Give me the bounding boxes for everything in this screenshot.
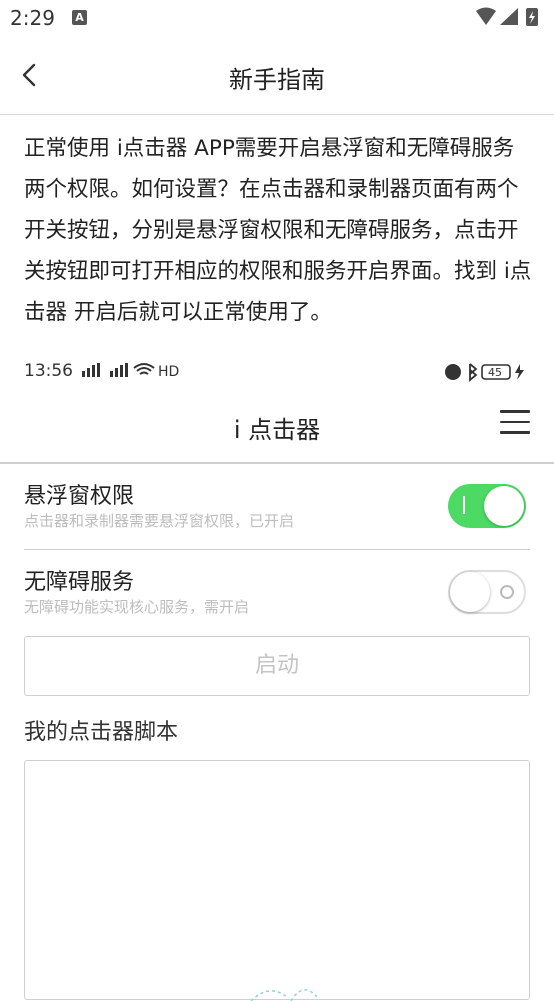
wifi-icon (476, 7, 496, 25)
status-time: 2:29 (10, 6, 55, 30)
permission-title: 悬浮窗权限 (24, 484, 135, 509)
page-title: 新手指南 (229, 66, 325, 94)
app-title: i 点击器 (233, 416, 321, 444)
screenshot-time: 13:56 (24, 361, 73, 381)
hd-indicator: HD (158, 364, 179, 379)
scripts-section-title: 我的点击器脚本 (24, 720, 179, 745)
app-header: 新手指南 (0, 38, 554, 115)
signal-icons: HD (82, 363, 179, 379)
screenshot-right-icons: 45 (445, 363, 524, 382)
notification-icon: A (72, 10, 87, 25)
loading-icon (250, 989, 318, 1001)
screenshot-header: i 点击器 (0, 390, 554, 464)
accessibility-service-toggle[interactable] (448, 570, 526, 614)
permission-title: 无障碍服务 (24, 570, 135, 595)
toggle-knob (450, 572, 490, 612)
script-list[interactable] (24, 760, 530, 1001)
charging-icon (515, 364, 524, 380)
battery-level: 45 (488, 366, 502, 379)
divider (24, 549, 530, 550)
screenshot-status-bar: 13:56 HD 45 (0, 350, 554, 390)
permission-subtitle: 无障碍功能实现核心服务，需开启 (24, 598, 250, 616)
overlay-permission-toggle[interactable] (448, 484, 526, 528)
status-icons (476, 7, 538, 26)
signal-icon (82, 363, 128, 377)
toggle-on-mark (463, 496, 465, 514)
toggle-knob (484, 486, 524, 526)
guide-text: 正常使用 i点击器 APP需要开启悬浮窗和无障碍服务两个权限。如何设置？在点击器… (24, 136, 532, 325)
menu-icon[interactable] (500, 410, 530, 438)
toggle-off-mark (500, 585, 514, 599)
start-button[interactable]: 启动 (24, 636, 530, 696)
status-bar: 2:29 A (0, 0, 554, 38)
signal-icon (500, 8, 518, 25)
alarm-icon (445, 364, 461, 380)
app-screenshot: 13:56 HD 45 i 点击器 悬浮窗权限 点击器和录制器需要悬浮窗权限，已… (0, 350, 554, 1001)
permission-subtitle: 点击器和录制器需要悬浮窗权限，已开启 (24, 512, 295, 530)
wifi-icon (133, 363, 155, 375)
bluetooth-icon (469, 363, 478, 382)
